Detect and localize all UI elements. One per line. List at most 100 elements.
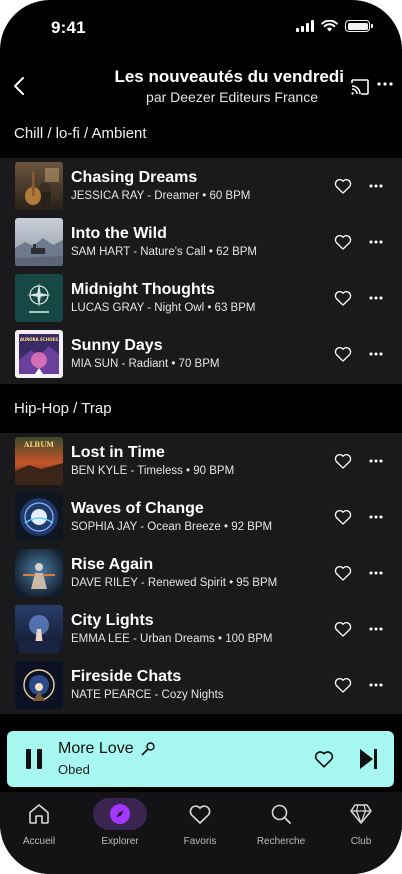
track-title: Sunny Days xyxy=(71,337,163,354)
compass-icon xyxy=(110,804,130,824)
cover-aurora-label: AURORA ECHOES xyxy=(20,337,58,342)
cover-album-label: ALBUM xyxy=(23,440,54,449)
track-row[interactable]: ALBUM Lost in Time BEN KYLE - Timeless •… xyxy=(0,433,402,489)
track-title: Chasing Dreams xyxy=(71,169,198,186)
more-horizontal-icon[interactable] xyxy=(366,675,386,695)
search-icon xyxy=(271,804,291,824)
section-title-chill: Chill / lo-fi / Ambient xyxy=(14,125,147,142)
track-row[interactable]: Fireside Chats NATE PEARCE - Cozy Nights xyxy=(0,657,402,713)
track-title: Into the Wild xyxy=(71,225,167,242)
cover-art xyxy=(15,218,63,266)
more-horizontal-icon[interactable] xyxy=(366,563,386,583)
heart-icon[interactable] xyxy=(333,507,353,527)
heart-icon[interactable] xyxy=(333,563,353,583)
player-track-title: More Love xyxy=(58,740,134,757)
more-horizontal-icon[interactable] xyxy=(366,288,386,308)
tab-favoris[interactable]: Favoris xyxy=(165,798,235,854)
wifi-icon xyxy=(321,20,338,32)
track-title: Fireside Chats xyxy=(71,668,182,685)
more-horizontal-icon[interactable] xyxy=(366,451,386,471)
status-bar: 9:41 xyxy=(0,0,402,56)
home-icon xyxy=(29,804,49,824)
track-row[interactable]: Chasing Dreams JESSICA RAY - Dreamer • 6… xyxy=(0,158,402,214)
cast-icon xyxy=(351,79,369,95)
cover-art xyxy=(15,661,63,709)
more-horizontal-icon[interactable] xyxy=(366,232,386,252)
back-button[interactable] xyxy=(8,72,30,100)
track-meta: BEN KYLE - Timeless • 90 BPM xyxy=(71,465,235,477)
heart-icon xyxy=(189,805,211,824)
track-list-hiphop: ALBUM Lost in Time BEN KYLE - Timeless •… xyxy=(0,433,402,714)
track-list-chill: Chasing Dreams JESSICA RAY - Dreamer • 6… xyxy=(0,158,402,384)
tab-recherche[interactable]: Recherche xyxy=(246,798,316,854)
heart-icon[interactable] xyxy=(333,232,353,252)
page-subtitle: par Deezer Editeurs France xyxy=(146,89,318,105)
tab-club[interactable]: Club xyxy=(326,798,396,854)
player-artist: Obed xyxy=(58,762,90,777)
status-time: 9:41 xyxy=(51,18,86,37)
cover-art xyxy=(15,549,63,597)
more-horizontal-icon xyxy=(377,82,393,86)
heart-icon[interactable] xyxy=(333,344,353,364)
more-options-button[interactable] xyxy=(375,74,395,94)
diamond-icon xyxy=(350,804,372,824)
tab-explorer[interactable]: Explorer xyxy=(85,798,155,854)
cellular-signal-icon xyxy=(296,20,314,32)
track-meta: NATE PEARCE - Cozy Nights xyxy=(71,689,224,701)
tab-label: Accueil xyxy=(22,836,56,847)
cover-art xyxy=(15,493,63,541)
track-meta: SAM HART - Nature's Call • 62 BPM xyxy=(71,246,258,258)
chevron-left-icon xyxy=(14,77,24,95)
track-row[interactable]: Into the Wild SAM HART - Nature's Call •… xyxy=(0,214,402,270)
microphone-icon xyxy=(141,742,155,756)
track-row[interactable]: Rise Again DAVE RILEY - Renewed Spirit •… xyxy=(0,545,402,601)
tab-accueil[interactable]: Accueil xyxy=(4,798,74,854)
track-meta: DAVE RILEY - Renewed Spirit • 95 BPM xyxy=(71,577,278,589)
mini-player[interactable]: More Love Obed xyxy=(7,731,394,787)
heart-icon[interactable] xyxy=(333,619,353,639)
track-title: Waves of Change xyxy=(71,500,204,517)
tab-label: Explorer xyxy=(101,836,139,847)
tab-label: Recherche xyxy=(256,836,306,847)
cover-art xyxy=(15,605,63,653)
tab-bar: Accueil Explorer Favoris Recherche Club xyxy=(0,792,402,874)
heart-icon[interactable] xyxy=(333,288,353,308)
tab-label: Favoris xyxy=(183,836,217,847)
track-title: Rise Again xyxy=(71,556,154,573)
tab-label: Club xyxy=(350,836,372,847)
header: Les nouveautés du vendredi par Deezer Ed… xyxy=(0,58,402,118)
heart-icon[interactable] xyxy=(313,748,335,770)
pause-icon[interactable] xyxy=(24,748,44,770)
heart-icon[interactable] xyxy=(333,176,353,196)
heart-icon[interactable] xyxy=(333,675,353,695)
skip-next-icon[interactable] xyxy=(359,747,379,771)
track-title: City Lights xyxy=(71,612,154,629)
cast-button[interactable] xyxy=(350,78,370,96)
track-meta: MIA SUN - Radiant • 70 BPM xyxy=(71,358,220,370)
more-horizontal-icon[interactable] xyxy=(366,619,386,639)
battery-icon xyxy=(345,20,373,32)
player-title: More Love xyxy=(58,740,156,758)
track-meta: JESSICA RAY - Dreamer • 60 BPM xyxy=(71,190,251,202)
track-meta: LUCAS GRAY - Night Owl • 63 BPM xyxy=(71,302,256,314)
track-row[interactable]: AURORA ECHOES Sunny Days MIA SUN - Radia… xyxy=(0,326,402,382)
track-meta: EMMA LEE - Urban Dreams • 100 BPM xyxy=(71,633,273,645)
track-row[interactable]: Midnight Thoughts LUCAS GRAY - Night Owl… xyxy=(0,270,402,326)
track-row[interactable]: City Lights EMMA LEE - Urban Dreams • 10… xyxy=(0,601,402,657)
more-horizontal-icon[interactable] xyxy=(366,344,386,364)
cover-art: ALBUM xyxy=(15,437,63,485)
track-meta: SOPHIA JAY - Ocean Breeze • 92 BPM xyxy=(71,521,273,533)
track-row[interactable]: Waves of Change SOPHIA JAY - Ocean Breez… xyxy=(0,489,402,545)
section-title-hiphop: Hip-Hop / Trap xyxy=(14,400,112,417)
status-icons xyxy=(296,20,373,32)
more-horizontal-icon[interactable] xyxy=(366,176,386,196)
track-title: Lost in Time xyxy=(71,444,165,461)
cover-art xyxy=(15,162,63,210)
cover-art: AURORA ECHOES xyxy=(15,330,63,378)
page-title: Les nouveautés du vendredi xyxy=(114,67,344,86)
cover-art xyxy=(15,274,63,322)
phone-screen: 9:41 Les nouveautés du vendredi par Deez… xyxy=(0,0,402,874)
heart-icon[interactable] xyxy=(333,451,353,471)
more-horizontal-icon[interactable] xyxy=(366,507,386,527)
track-title: Midnight Thoughts xyxy=(71,281,215,298)
